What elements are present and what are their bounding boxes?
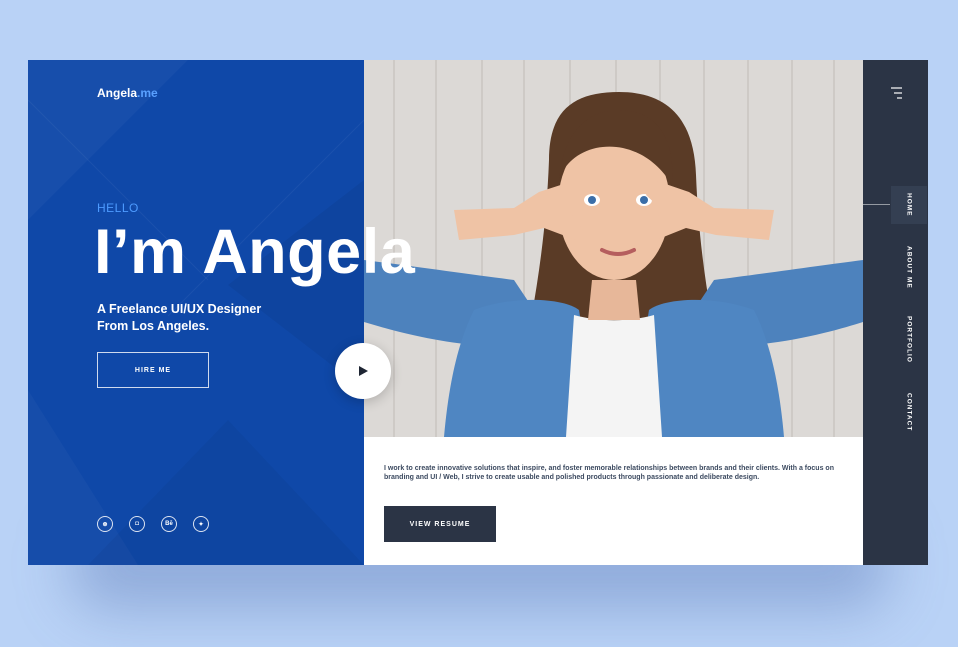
hero-greeting: HELLO [97, 201, 139, 215]
hamburger-menu-icon[interactable] [889, 86, 903, 100]
hero-headline: I’m Angela [94, 217, 416, 287]
instagram-icon[interactable]: ◘ [129, 516, 145, 532]
nav-item-contact[interactable]: CONTACT [891, 393, 927, 431]
play-video-button[interactable] [335, 343, 391, 399]
brand-logo[interactable]: Angela.me [97, 86, 158, 100]
nav-item-portfolio[interactable]: PORTFOLIO [891, 316, 927, 363]
behance-icon[interactable]: Bē [161, 516, 177, 532]
twitter-icon[interactable]: ✦ [193, 516, 209, 532]
active-nav-indicator [863, 204, 890, 205]
about-text: I work to create innovative solutions th… [384, 465, 834, 481]
hero-panel: Angela.me HELLO A Freelance UI/UX Design… [28, 60, 364, 565]
hero-subtitle-line2: From Los Angeles. [97, 319, 210, 333]
landing-page: Angela.me HELLO A Freelance UI/UX Design… [28, 60, 928, 565]
nav-item-label: CONTACT [905, 393, 913, 432]
nav-item-label: ABOUT ME [905, 246, 913, 289]
brand-suffix: .me [137, 86, 158, 100]
side-navigation: HOME ABOUT ME PORTFOLIO CONTACT [863, 60, 928, 565]
hero-subtitle: A Freelance UI/UX Designer From Los Ange… [97, 301, 261, 335]
nav-item-label: HOME [905, 193, 913, 217]
portrait-illustration [364, 60, 863, 437]
nav-item-home[interactable]: HOME [891, 186, 927, 224]
nav-item-about-me[interactable]: ABOUT ME [891, 246, 927, 289]
hire-me-button[interactable]: HIRE ME [97, 352, 209, 388]
play-icon [359, 366, 368, 376]
view-resume-button[interactable]: VIEW RESUME [384, 506, 496, 542]
dribbble-icon[interactable]: ⊛ [97, 516, 113, 532]
nav-item-label: PORTFOLIO [905, 316, 913, 363]
brand-name: Angela [97, 86, 138, 100]
hero-photo [364, 60, 863, 437]
social-links: ⊛ ◘ Bē ✦ [97, 516, 209, 532]
hero-subtitle-line1: A Freelance UI/UX Designer [97, 302, 262, 316]
